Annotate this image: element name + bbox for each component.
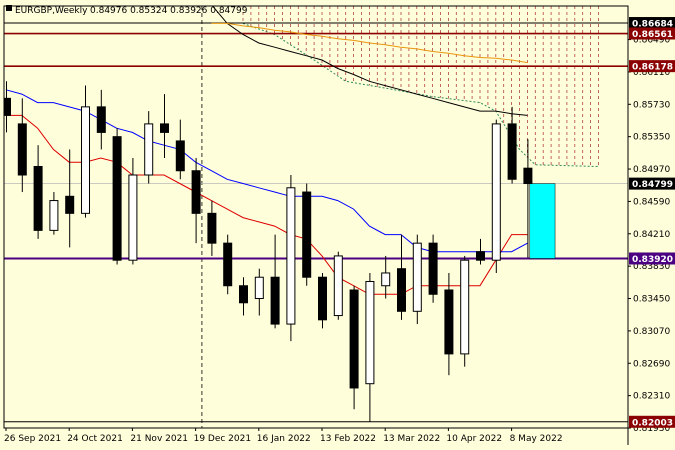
candle-body <box>96 106 106 133</box>
candle-body <box>17 123 27 176</box>
x-tick-label: 26 Sep 2021 <box>4 434 61 444</box>
y-tick-label: 0.82310 <box>633 392 670 402</box>
candle-body <box>239 285 248 304</box>
candle-body <box>491 123 501 261</box>
x-tick-label: 19 Dec 2021 <box>194 434 252 444</box>
candle-body <box>302 191 312 278</box>
candle-body <box>460 259 470 355</box>
candle-body <box>191 170 201 214</box>
candle-body <box>128 174 138 261</box>
x-tick-label: 10 Apr 2022 <box>446 434 502 444</box>
x-tick-label: 13 Feb 2022 <box>320 434 376 444</box>
candle-body <box>223 242 233 287</box>
chart-root: EURGBP,Weekly 0.84976 0.85324 0.83926 0.8… <box>0 0 675 450</box>
y-tick-label: 0.83070 <box>633 327 670 337</box>
candle-body <box>144 123 154 176</box>
candle-body <box>175 140 185 172</box>
x-tick-label: 8 May 2022 <box>510 434 563 444</box>
y-tick-label: 0.83450 <box>633 295 670 305</box>
symbol-marker-icon <box>6 5 12 11</box>
candle-body <box>160 123 169 133</box>
candle-body <box>49 200 59 231</box>
ohlc-readout: 0.84976 0.85324 0.83926 0.84799 <box>90 6 248 16</box>
y-tick-label: 0.84210 <box>633 230 670 240</box>
candle-body <box>397 268 406 312</box>
price-badge-label: 0.83920 <box>632 255 673 265</box>
candle-body <box>65 195 75 214</box>
candle-body <box>254 276 264 300</box>
candle-body <box>476 251 485 261</box>
x-tick-label: 13 Mar 2022 <box>383 434 440 444</box>
price-badge-label: 0.86561 <box>632 30 673 40</box>
candle-body <box>333 255 343 317</box>
candle-body <box>507 123 517 180</box>
y-tick-label: 0.85350 <box>633 133 670 143</box>
x-tick-label: 16 Jan 2022 <box>257 434 311 444</box>
y-tick-label: 0.85730 <box>633 100 670 110</box>
candle-body <box>286 187 296 325</box>
candle-body <box>318 276 327 321</box>
y-tick-label: 0.82690 <box>633 359 670 369</box>
candle-body <box>81 106 90 214</box>
candle-body <box>270 276 280 325</box>
price-badge-label: 0.84799 <box>632 180 673 190</box>
candle-body <box>207 212 217 244</box>
candlestick-chart: EURGBP,Weekly 0.84976 0.85324 0.83926 0.8… <box>3 5 675 445</box>
candle-body <box>428 242 438 295</box>
y-tick-label: 0.84970 <box>633 165 670 175</box>
candle-body <box>365 280 375 385</box>
candle-body <box>444 289 454 355</box>
price-badge-label: 0.86178 <box>632 63 673 73</box>
price-badge-label: 0.82003 <box>632 418 673 428</box>
x-tick-label: 24 Oct 2021 <box>67 434 123 444</box>
candle-body <box>523 167 533 185</box>
y-tick-label: 0.84590 <box>633 197 670 207</box>
candle-body <box>349 289 359 389</box>
chart-title: EURGBP,Weekly <box>15 6 88 16</box>
highlight-box <box>529 183 556 259</box>
x-tick-label: 21 Nov 2021 <box>130 434 188 444</box>
candle-body <box>33 165 43 231</box>
candle-body <box>412 242 422 312</box>
candle-body <box>112 136 122 261</box>
candle-body <box>381 272 391 287</box>
